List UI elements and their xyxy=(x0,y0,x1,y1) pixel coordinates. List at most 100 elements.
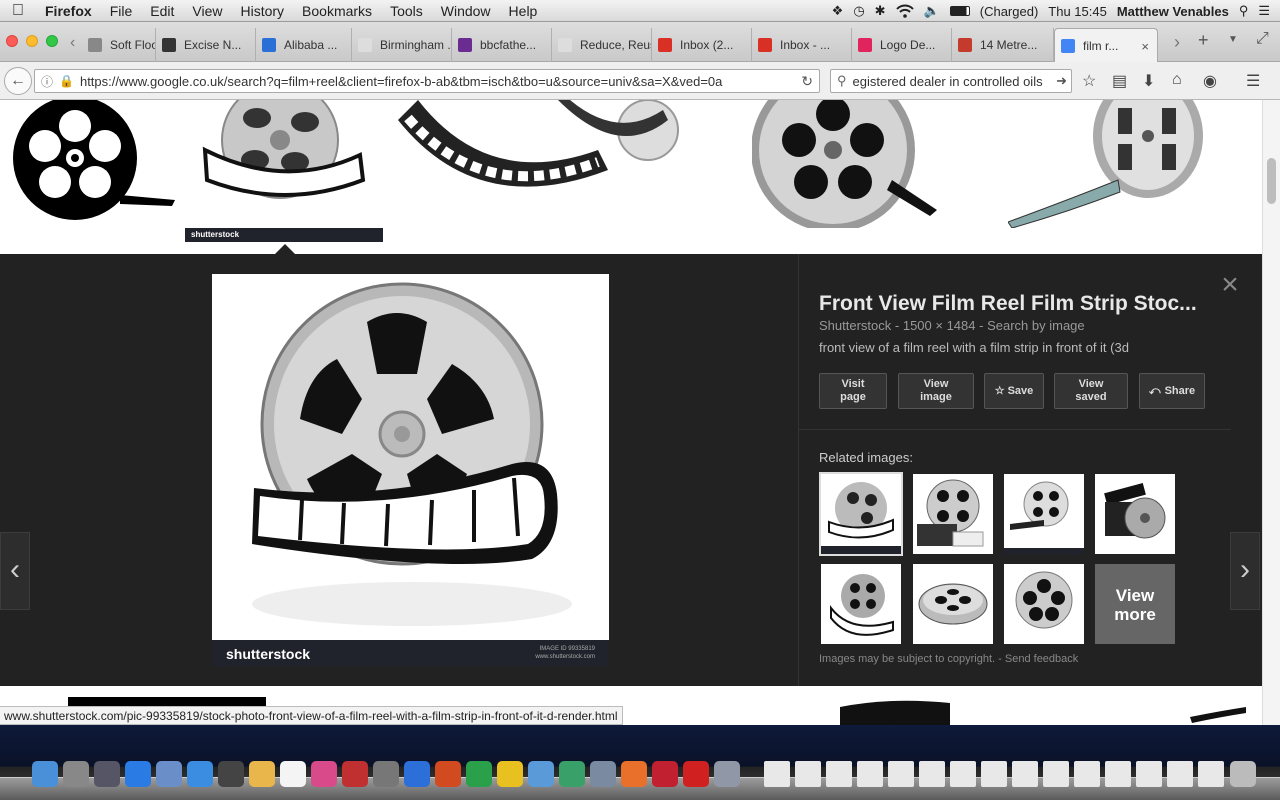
tab-3[interactable]: Alibaba ... xyxy=(256,28,352,62)
dock-minimized-window[interactable] xyxy=(981,761,1007,787)
dock-app-icon[interactable] xyxy=(714,761,740,787)
thumb-image-7[interactable] xyxy=(840,697,1260,725)
dock-minimized-window[interactable] xyxy=(1012,761,1038,787)
preview-image[interactable]: shutterstock IMAGE ID 99335819 www.shutt… xyxy=(212,274,609,666)
related-image-3[interactable] xyxy=(1004,474,1084,554)
related-image-1[interactable] xyxy=(819,472,903,556)
search-go-icon[interactable]: ➜ xyxy=(1056,73,1067,89)
dock-app-icon[interactable] xyxy=(466,761,492,787)
dock-minimized-window[interactable] xyxy=(764,761,790,787)
dock-app-icon[interactable] xyxy=(528,761,554,787)
tab-11[interactable]: film r... × xyxy=(1054,28,1158,63)
dock-app-icon[interactable] xyxy=(63,761,89,787)
related-image-4[interactable] xyxy=(1095,474,1175,554)
tab-7[interactable]: Inbox (2... xyxy=(652,28,752,62)
dock-app-icon[interactable] xyxy=(94,761,120,787)
related-image-7[interactable] xyxy=(1004,564,1084,644)
new-tab-button[interactable]: + xyxy=(1198,30,1209,51)
battery-icon[interactable] xyxy=(949,6,970,16)
dock-minimized-window[interactable] xyxy=(1043,761,1069,787)
dock-app-icon[interactable] xyxy=(559,761,585,787)
save-button[interactable]: ☆ Save xyxy=(984,373,1044,409)
apple-icon[interactable]:  xyxy=(0,2,36,20)
close-icon[interactable]: × xyxy=(1216,270,1244,300)
user-name[interactable]: Matthew Venables xyxy=(1117,4,1229,19)
reload-icon[interactable]: ↻ xyxy=(801,73,813,90)
close-window-button[interactable] xyxy=(6,35,18,47)
scrollbar-thumb[interactable] xyxy=(1267,158,1276,204)
dock-app-icon[interactable] xyxy=(621,761,647,787)
dock-app-icon[interactable] xyxy=(435,761,461,787)
info-icon[interactable]: ⓘ xyxy=(35,73,59,90)
dock-app-icon[interactable] xyxy=(683,761,709,787)
home-icon[interactable]: ⌂ xyxy=(1172,71,1182,89)
tab-9[interactable]: Logo De... xyxy=(852,28,952,62)
dock-minimized-window[interactable] xyxy=(1198,761,1224,787)
menu-window[interactable]: Window xyxy=(432,3,500,19)
trash-icon[interactable] xyxy=(1230,761,1256,787)
tab-6[interactable]: Reduce, Reus... xyxy=(552,28,652,62)
dock-minimized-window[interactable] xyxy=(1136,761,1162,787)
search-by-image-link[interactable]: Search by image xyxy=(987,318,1085,333)
image-source[interactable]: Shutterstock xyxy=(819,318,891,333)
tabs-scroll-left-icon[interactable]: ‹ xyxy=(70,34,75,52)
thumb-image-3[interactable] xyxy=(398,100,680,228)
tab-4[interactable]: Birmingham ... xyxy=(352,28,452,62)
dock-minimized-window[interactable] xyxy=(888,761,914,787)
dock-app-icon[interactable] xyxy=(652,761,678,787)
dock-minimized-window[interactable] xyxy=(1167,761,1193,787)
tab-8[interactable]: Inbox - ... xyxy=(752,28,852,62)
dock-app-icon[interactable] xyxy=(404,761,430,787)
dock-minimized-window[interactable] xyxy=(857,761,883,787)
dock-app-icon[interactable] xyxy=(125,761,151,787)
menu-tools[interactable]: Tools xyxy=(381,3,432,19)
visit-page-button[interactable]: Visit page xyxy=(819,373,887,409)
view-more-button[interactable]: View more xyxy=(1095,564,1175,644)
search-input[interactable]: egistered dealer in controlled oils xyxy=(853,74,1043,89)
clock[interactable]: Thu 15:45 xyxy=(1048,4,1107,19)
dock-minimized-window[interactable] xyxy=(795,761,821,787)
dock-app-icon[interactable] xyxy=(497,761,523,787)
thumb-image-2[interactable]: shutterstock xyxy=(185,100,383,242)
related-image-6[interactable] xyxy=(913,564,993,644)
dock-app-icon[interactable] xyxy=(311,761,337,787)
view-saved-button[interactable]: View saved xyxy=(1054,373,1128,409)
dock-minimized-window[interactable] xyxy=(1105,761,1131,787)
tabs-scroll-right-icon[interactable]: › xyxy=(1174,32,1180,53)
menu-history[interactable]: History xyxy=(231,3,293,19)
dock-app-icon[interactable] xyxy=(218,761,244,787)
menu-view[interactable]: View xyxy=(183,3,231,19)
dock-app-icon[interactable] xyxy=(32,761,58,787)
thumb-image-1[interactable] xyxy=(10,100,175,228)
related-image-5[interactable] xyxy=(821,564,901,644)
search-icon[interactable]: ⚲ xyxy=(831,73,853,89)
dock-minimized-window[interactable] xyxy=(950,761,976,787)
related-image-2[interactable] xyxy=(913,474,993,554)
lock-icon[interactable]: 🔒 xyxy=(59,74,80,88)
bluetooth-icon[interactable]: ✱ xyxy=(875,3,886,19)
prev-arrow-icon[interactable]: ‹ xyxy=(0,532,30,610)
dock-app-icon[interactable] xyxy=(156,761,182,787)
wifi-icon[interactable] xyxy=(895,4,914,18)
menu-help[interactable]: Help xyxy=(500,3,547,19)
tab-10[interactable]: 14 Metre... xyxy=(952,28,1054,62)
minimize-window-button[interactable] xyxy=(26,35,38,47)
spotlight-icon[interactable]: ⚲ xyxy=(1239,3,1249,19)
menu-file[interactable]: File xyxy=(101,3,142,19)
reading-list-icon[interactable]: ▤ xyxy=(1112,71,1127,91)
tab-5[interactable]: bbcfathe... xyxy=(452,28,552,62)
dock-minimized-window[interactable] xyxy=(919,761,945,787)
volume-icon[interactable]: 🔈 xyxy=(924,3,940,19)
tab-2[interactable]: Excise N... xyxy=(156,28,256,62)
menu-bookmarks[interactable]: Bookmarks xyxy=(293,3,381,19)
send-feedback-link[interactable]: Send feedback xyxy=(1005,653,1078,665)
dock-app-icon[interactable] xyxy=(249,761,275,787)
tab-1[interactable]: Soft Floo... xyxy=(82,28,156,62)
menu-app-firefox[interactable]: Firefox xyxy=(36,3,101,19)
image-title[interactable]: Front View Film Reel Film Strip Stoc... xyxy=(819,292,1199,316)
dock-app-icon[interactable] xyxy=(342,761,368,787)
dock-minimized-window[interactable] xyxy=(826,761,852,787)
back-icon[interactable]: ← xyxy=(4,67,32,95)
dock-app-icon[interactable] xyxy=(590,761,616,787)
tab-close-icon[interactable]: × xyxy=(1141,39,1149,54)
